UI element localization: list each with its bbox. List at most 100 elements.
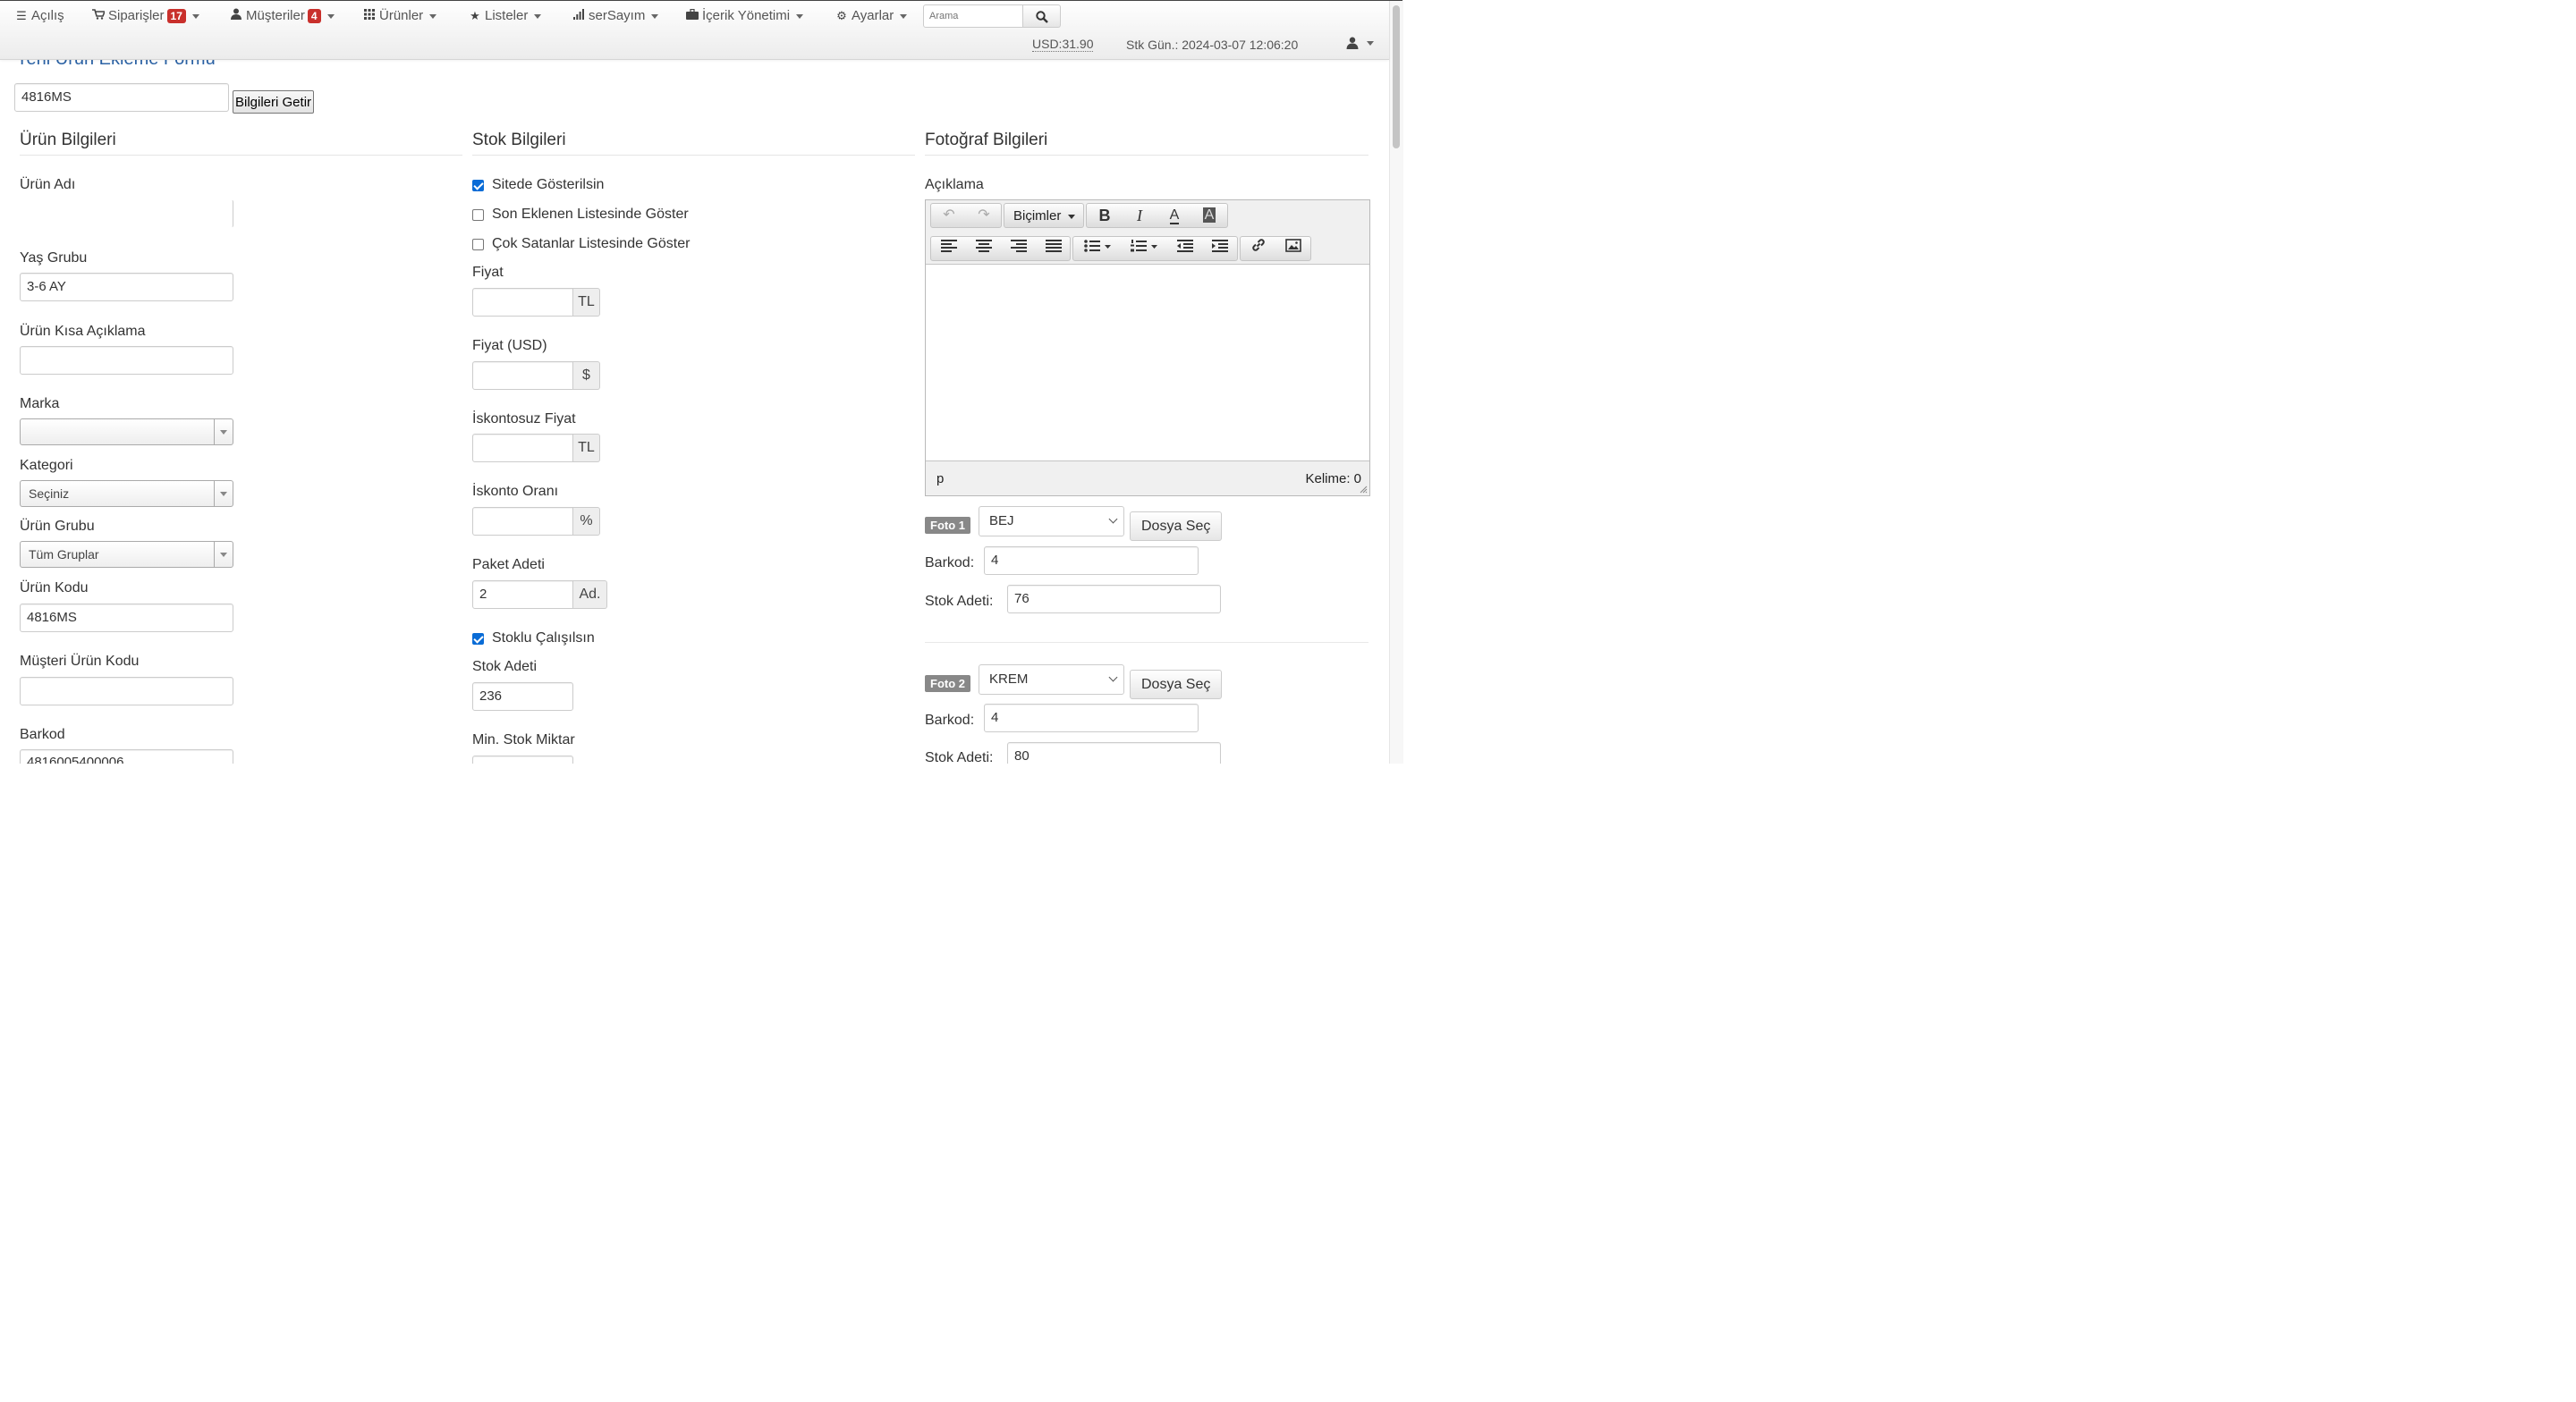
nav-lists[interactable]: ★ Listeler [469, 8, 542, 23]
align-left-button[interactable] [932, 237, 966, 260]
section-divider [472, 155, 915, 156]
search-input[interactable] [923, 4, 1023, 28]
photo-2-barcode-input[interactable]: 4 [984, 704, 1199, 732]
numbered-list-button[interactable] [1122, 237, 1166, 260]
nav-customers-label: Müşteriler [246, 8, 305, 23]
product-section-title: Ürün Bilgileri [20, 131, 116, 149]
price-label: Fiyat [472, 265, 504, 280]
chevron-down-icon [1068, 215, 1075, 219]
rich-text-editor: ↶ ↷ Biçimler B I A A p Kelime: 0 [925, 199, 1370, 496]
formats-dropdown-label: Biçimler [1013, 208, 1062, 224]
user-menu[interactable] [1346, 37, 1374, 53]
list-toolbar-group [1072, 236, 1238, 261]
indent-button[interactable] [1203, 237, 1237, 260]
category-select[interactable]: Seçiniz [20, 480, 233, 507]
resize-handle-icon[interactable] [1360, 486, 1368, 494]
customers-count-badge: 4 [307, 9, 321, 23]
nav-stocktake[interactable]: serSayım [572, 8, 659, 23]
photo-2-choose-file-button[interactable]: Dosya Seç [1130, 670, 1223, 699]
short-description-label: Ürün Kısa Açıklama [20, 324, 146, 339]
show-on-site-label[interactable]: Sitede Gösterilsin [492, 177, 604, 193]
chevron-down-icon [651, 13, 659, 19]
short-description-input[interactable] [20, 346, 233, 375]
nav-lists-label: Listeler [485, 8, 529, 23]
background-color-button[interactable]: A [1192, 204, 1226, 227]
section-divider [925, 155, 1368, 156]
align-justify-button[interactable] [1037, 237, 1071, 260]
search-button[interactable] [1023, 4, 1061, 28]
list-price-input[interactable] [472, 434, 573, 462]
undo-button[interactable]: ↶ [932, 204, 966, 227]
editor-element-path[interactable]: p [936, 471, 944, 486]
category-label: Kategori [20, 458, 73, 473]
italic-button[interactable]: I [1123, 204, 1157, 227]
price-usd-currency-addon: $ [573, 361, 600, 390]
bold-button[interactable]: B [1088, 204, 1122, 227]
outdent-button[interactable] [1168, 237, 1202, 260]
gear-icon: ⚙ [836, 9, 847, 22]
nav-stocktake-label: serSayım [589, 8, 646, 23]
align-right-button[interactable] [1002, 237, 1036, 260]
min-stock-input[interactable] [472, 756, 573, 764]
stock-tracked-label[interactable]: Stoklu Çalışılsın [492, 630, 595, 646]
nav-products[interactable]: Ürünler [363, 8, 437, 23]
align-center-button[interactable] [967, 237, 1001, 260]
age-group-label: Yaş Grubu [20, 250, 88, 266]
grid-icon [363, 9, 376, 22]
photo-1-barcode-input[interactable]: 4 [984, 546, 1199, 575]
discount-percent-addon: % [573, 507, 600, 536]
product-code-input[interactable]: 4816MS [20, 604, 233, 632]
numbered-list-icon [1131, 240, 1157, 252]
nav-orders[interactable]: Siparişler 17 [92, 8, 199, 23]
product-code-lookup-input[interactable]: 4816MS [14, 83, 229, 112]
product-name-input[interactable] [20, 199, 233, 228]
align-justify-icon [1046, 240, 1062, 252]
description-label: Açıklama [925, 177, 984, 192]
show-on-site-checkbox[interactable] [472, 180, 484, 191]
insert-toolbar-group [1240, 236, 1311, 261]
window-top-border [0, 0, 1402, 1]
brand-select[interactable] [20, 418, 233, 445]
show-in-new-list-checkbox[interactable] [472, 209, 484, 221]
cart-icon [92, 9, 106, 22]
barcode-input[interactable]: 4816005400006 [20, 749, 233, 764]
usd-rate[interactable]: USD:31.90 [1032, 38, 1094, 52]
photo-2-stock-input[interactable]: 80 [1007, 742, 1221, 764]
nav-orders-label: Siparişler [108, 8, 165, 23]
formats-dropdown[interactable]: Biçimler [1004, 203, 1084, 228]
nav-home[interactable]: ☰ Açılış [15, 8, 64, 23]
link-icon [1252, 239, 1265, 251]
editor-content-area[interactable] [926, 264, 1369, 461]
customer-product-code-input[interactable] [20, 677, 233, 705]
package-qty-input[interactable]: 2 [472, 580, 573, 609]
nav-customers[interactable]: Müşteriler 4 [230, 8, 335, 23]
bullet-list-button[interactable] [1075, 237, 1120, 260]
insert-image-button[interactable] [1276, 237, 1310, 260]
show-in-new-list-label[interactable]: Son Eklenen Listesinde Göster [492, 207, 689, 223]
chevron-down-icon [1367, 41, 1374, 46]
star-icon: ★ [470, 9, 480, 22]
nav-settings[interactable]: ⚙ Ayarlar [835, 8, 908, 23]
photo-1-color-select[interactable]: BEJ [979, 506, 1124, 536]
stock-tracked-checkbox[interactable] [472, 633, 484, 645]
show-in-bestsellers-checkbox[interactable] [472, 239, 484, 250]
price-input[interactable] [472, 288, 573, 317]
stock-qty-input[interactable]: 236 [472, 682, 573, 711]
nav-content[interactable]: İçerik Yönetimi [686, 8, 804, 23]
text-color-button[interactable]: A [1157, 204, 1191, 227]
fetch-info-button[interactable]: Bilgileri Getir [233, 90, 315, 114]
photo-1-choose-file-button[interactable]: Dosya Seç [1130, 511, 1223, 541]
chevron-down-icon [429, 13, 437, 19]
price-usd-input[interactable] [472, 361, 573, 390]
product-code-label: Ürün Kodu [20, 580, 89, 595]
insert-link-button[interactable] [1241, 237, 1275, 260]
scrollbar-thumb[interactable] [1393, 5, 1400, 148]
list-price-label: İskontosuz Fiyat [472, 411, 576, 427]
product-group-select[interactable]: Tüm Gruplar [20, 541, 233, 568]
photo-2-color-select[interactable]: KREM [979, 664, 1124, 695]
discount-rate-input[interactable] [472, 507, 573, 536]
redo-button[interactable]: ↷ [967, 204, 1001, 227]
show-in-bestsellers-label[interactable]: Çok Satanlar Listesinde Göster [492, 236, 690, 252]
age-group-input[interactable]: 3-6 AY [20, 273, 233, 301]
photo-1-stock-input[interactable]: 76 [1007, 585, 1221, 613]
